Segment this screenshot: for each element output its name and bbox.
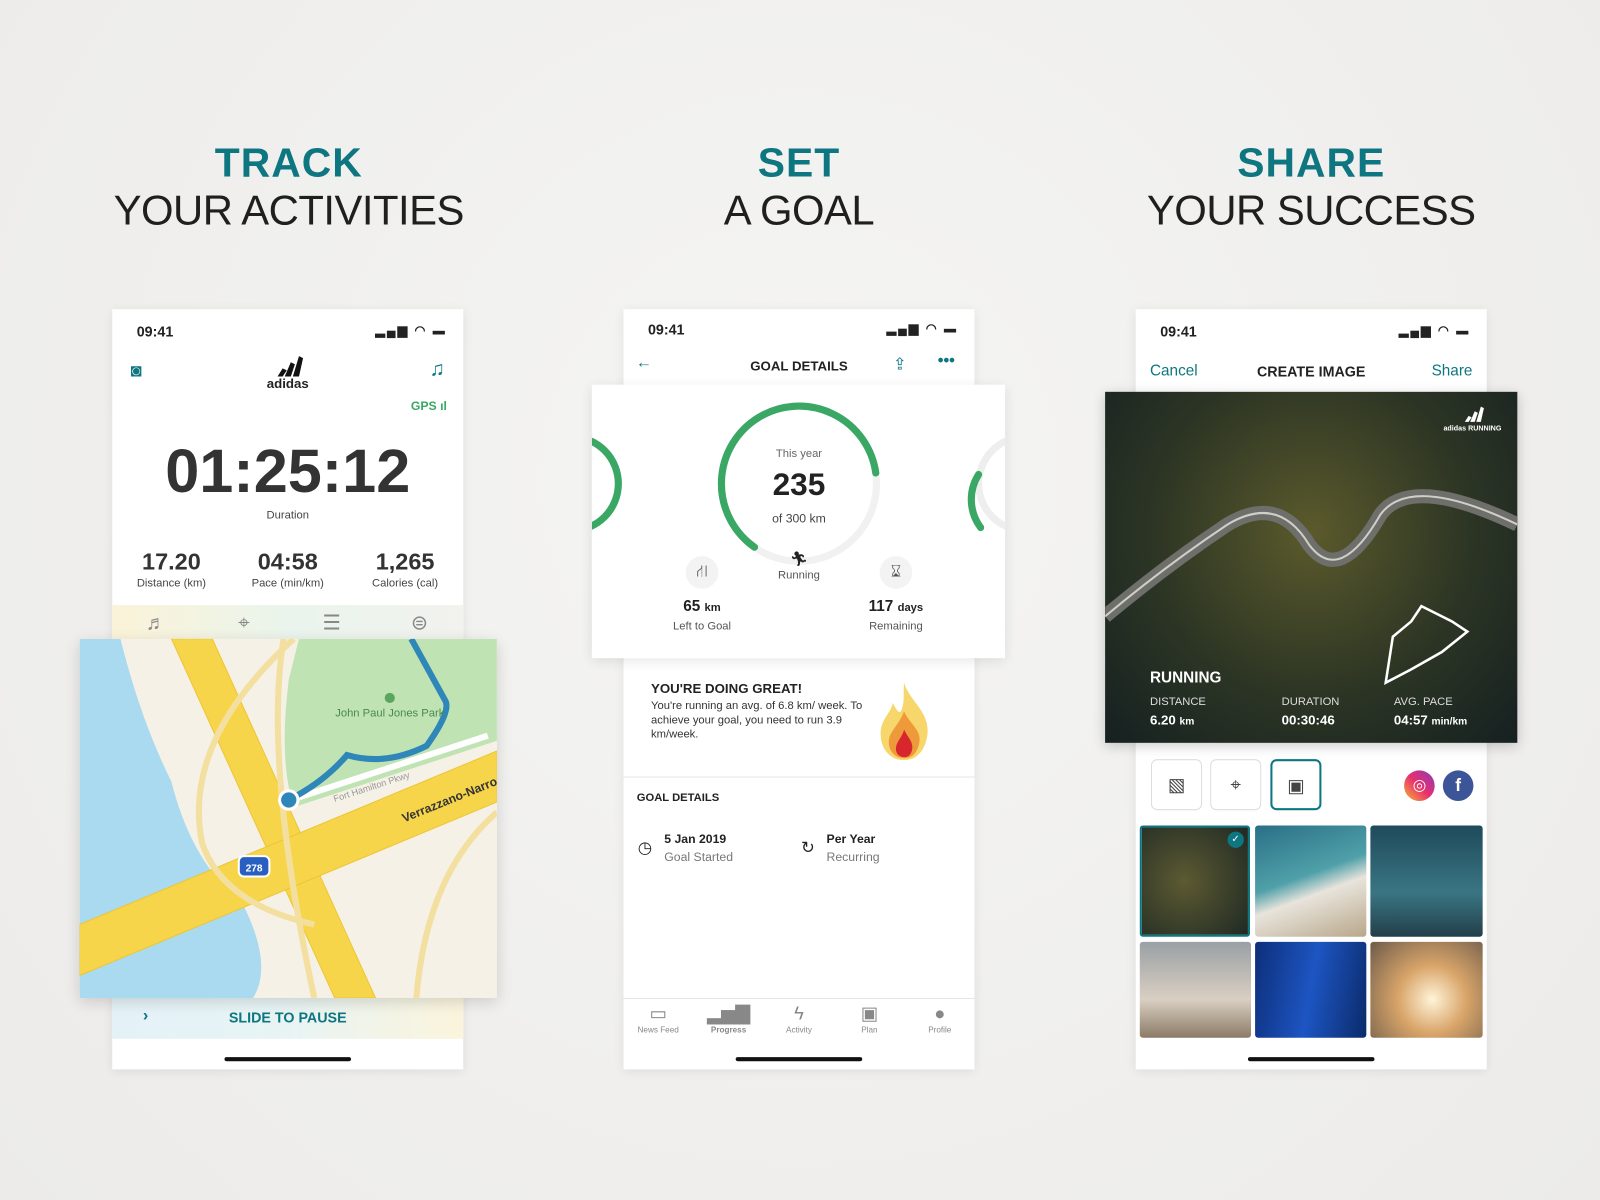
home-indicator (1247, 1057, 1375, 1062)
tab-music-icon[interactable]: ♬ (112, 607, 200, 640)
gps-indicator: GPS ıl (410, 398, 447, 414)
map-shield-label: 278 (246, 863, 263, 874)
activity-type: RUNNING (1149, 669, 1222, 687)
share-icon[interactable]: ⇪ (893, 354, 907, 374)
goal-started-label: Goal Started (664, 849, 734, 865)
distance-value: 6.20 km (1149, 712, 1195, 728)
clock-icon: ◷ (637, 839, 653, 858)
page-title: GOAL DETAILS (750, 358, 848, 374)
adidas-running-logo: adidas RUNNING (1442, 406, 1503, 433)
message-body: You're running an avg. of 6.8 km/ week. … (651, 699, 863, 741)
stat-calories: 1,265 Calories (cal) (372, 547, 439, 590)
recurring-icon: ↻ (801, 839, 815, 858)
photo-thumbnail-selected[interactable]: ✓ (1139, 825, 1250, 937)
activity-label: Running (778, 569, 820, 582)
heading-track: TRACK (214, 140, 363, 186)
message-title: YOU'RE DOING GREAT! (651, 680, 803, 696)
home-indicator (224, 1057, 352, 1062)
nav-divider (623, 997, 975, 999)
ring-label: This year (775, 447, 823, 461)
heading-set: SET (757, 140, 841, 186)
goal-value: 235 (772, 466, 826, 503)
nav-plan[interactable]: ▣ Plan (835, 1003, 904, 1035)
status-icons: ▂▄▆ ◠ ▬ (886, 321, 959, 336)
divider (623, 776, 975, 778)
subheading-set: A GOAL (723, 186, 875, 234)
status-time: 09:41 (136, 323, 174, 340)
days-remaining-label: Remaining (869, 620, 923, 633)
pace-value: 04:57 min/km (1393, 712, 1468, 728)
tab-stats-icon[interactable]: ☰ (288, 607, 376, 640)
goal-started-value: 5 Jan 2019 (664, 831, 727, 846)
distance-label: DISTANCE (1149, 695, 1206, 709)
music-boost-icon[interactable]: ♫ (430, 358, 445, 381)
camera-icon[interactable]: ◙ (131, 360, 142, 381)
instagram-icon[interactable]: ◎ (1404, 770, 1435, 802)
progress-icon: ▂▅▇ (707, 1003, 750, 1024)
photo-background-button[interactable]: ▧ (1151, 759, 1203, 811)
subheading-track: YOUR ACTIVITIES (113, 186, 465, 234)
duration-label: DURATION (1281, 695, 1340, 709)
tab-settings-toggle-icon[interactable]: ⊜ (376, 607, 464, 640)
route-outline (1384, 604, 1470, 685)
hourglass-icon: ⌛︎ (879, 556, 913, 589)
photo-thumbnail[interactable] (1370, 825, 1483, 937)
slide-label: SLIDE TO PAUSE (228, 1009, 347, 1026)
layers-icon: ▣ (1287, 775, 1305, 796)
status-icons: ▂▄▆ ◠ ▬ (1398, 323, 1471, 338)
fire-icon (879, 682, 930, 766)
goal-of-label: of 300 km (772, 511, 826, 526)
check-icon: ✓ (1227, 831, 1244, 848)
duration-label: Duration (266, 509, 309, 522)
image-icon: ▧ (1167, 774, 1186, 795)
days-remaining-value: 117 days (868, 597, 924, 616)
photo-thumbnail[interactable] (1255, 941, 1367, 1038)
photo-thumbnail[interactable] (1139, 941, 1252, 1038)
photo-thumbnail[interactable] (1370, 941, 1483, 1038)
status-time: 09:41 (1160, 323, 1197, 340)
route-map[interactable]: John Paul Jones Park Fort Hamilton Pkwy … (79, 638, 497, 998)
recurring-label: Recurring (826, 849, 880, 865)
share-button[interactable]: Share (1432, 362, 1473, 379)
tab-map-icon[interactable]: ⌖ (200, 607, 288, 640)
duration-value: 00:30:46 (1281, 712, 1335, 728)
slide-to-pause[interactable]: › SLIDE TO PAUSE (112, 997, 464, 1039)
recurring-value: Per Year (826, 831, 876, 846)
activity-icon: ϟ (794, 1003, 804, 1024)
left-to-goal-label: Left to Goal (673, 620, 732, 633)
duration-value: 01:25:12 (165, 436, 411, 506)
profile-icon: ● (934, 1003, 946, 1024)
plan-icon: ▣ (860, 1003, 879, 1024)
layout-button-selected[interactable]: ▣ (1270, 759, 1322, 811)
nav-progress[interactable]: ▂▅▇ Progress (694, 1003, 763, 1035)
left-to-goal-value: 65 km (683, 597, 721, 616)
nav-profile[interactable]: ● Profile (905, 1003, 974, 1035)
running-icon: 🏃︎ (789, 549, 809, 567)
subheading-share: YOUR SUCCESS (1146, 186, 1476, 234)
status-icons: ▂▄▆ ◠ ▬ (375, 323, 447, 338)
stat-pace: 04:58 Pace (min/km) (251, 547, 324, 590)
status-time: 09:41 (647, 321, 685, 338)
pace-label: AVG. PACE (1393, 695, 1453, 709)
goal-progress-card[interactable]: This year 235 of 300 km 🏃︎ Running ⛙ 65 … (591, 384, 1006, 659)
heading-share: SHARE (1237, 140, 1386, 186)
map-icon: ⌖ (1230, 774, 1241, 795)
nav-activity[interactable]: ϟ Activity (764, 1003, 833, 1035)
map-background-button[interactable]: ⌖ (1210, 759, 1262, 811)
adidas-logo: adidas (247, 356, 329, 391)
map-park-label: John Paul Jones Park (335, 707, 445, 719)
news-feed-icon: ▭ (649, 1003, 667, 1024)
home-indicator (735, 1057, 863, 1062)
stat-distance: 17.20 Distance (km) (136, 547, 207, 590)
nav-news-feed[interactable]: ▭ News Feed (623, 1003, 692, 1035)
road-icon: ⛙ (685, 556, 719, 589)
more-icon[interactable]: ••• (938, 352, 955, 370)
facebook-icon[interactable]: f (1442, 770, 1474, 802)
photo-thumbnail[interactable] (1255, 825, 1367, 937)
share-image-preview: adidas RUNNING RUNNING DISTANCE 6.20 km … (1105, 391, 1518, 743)
details-heading: GOAL DETAILS (636, 791, 720, 805)
